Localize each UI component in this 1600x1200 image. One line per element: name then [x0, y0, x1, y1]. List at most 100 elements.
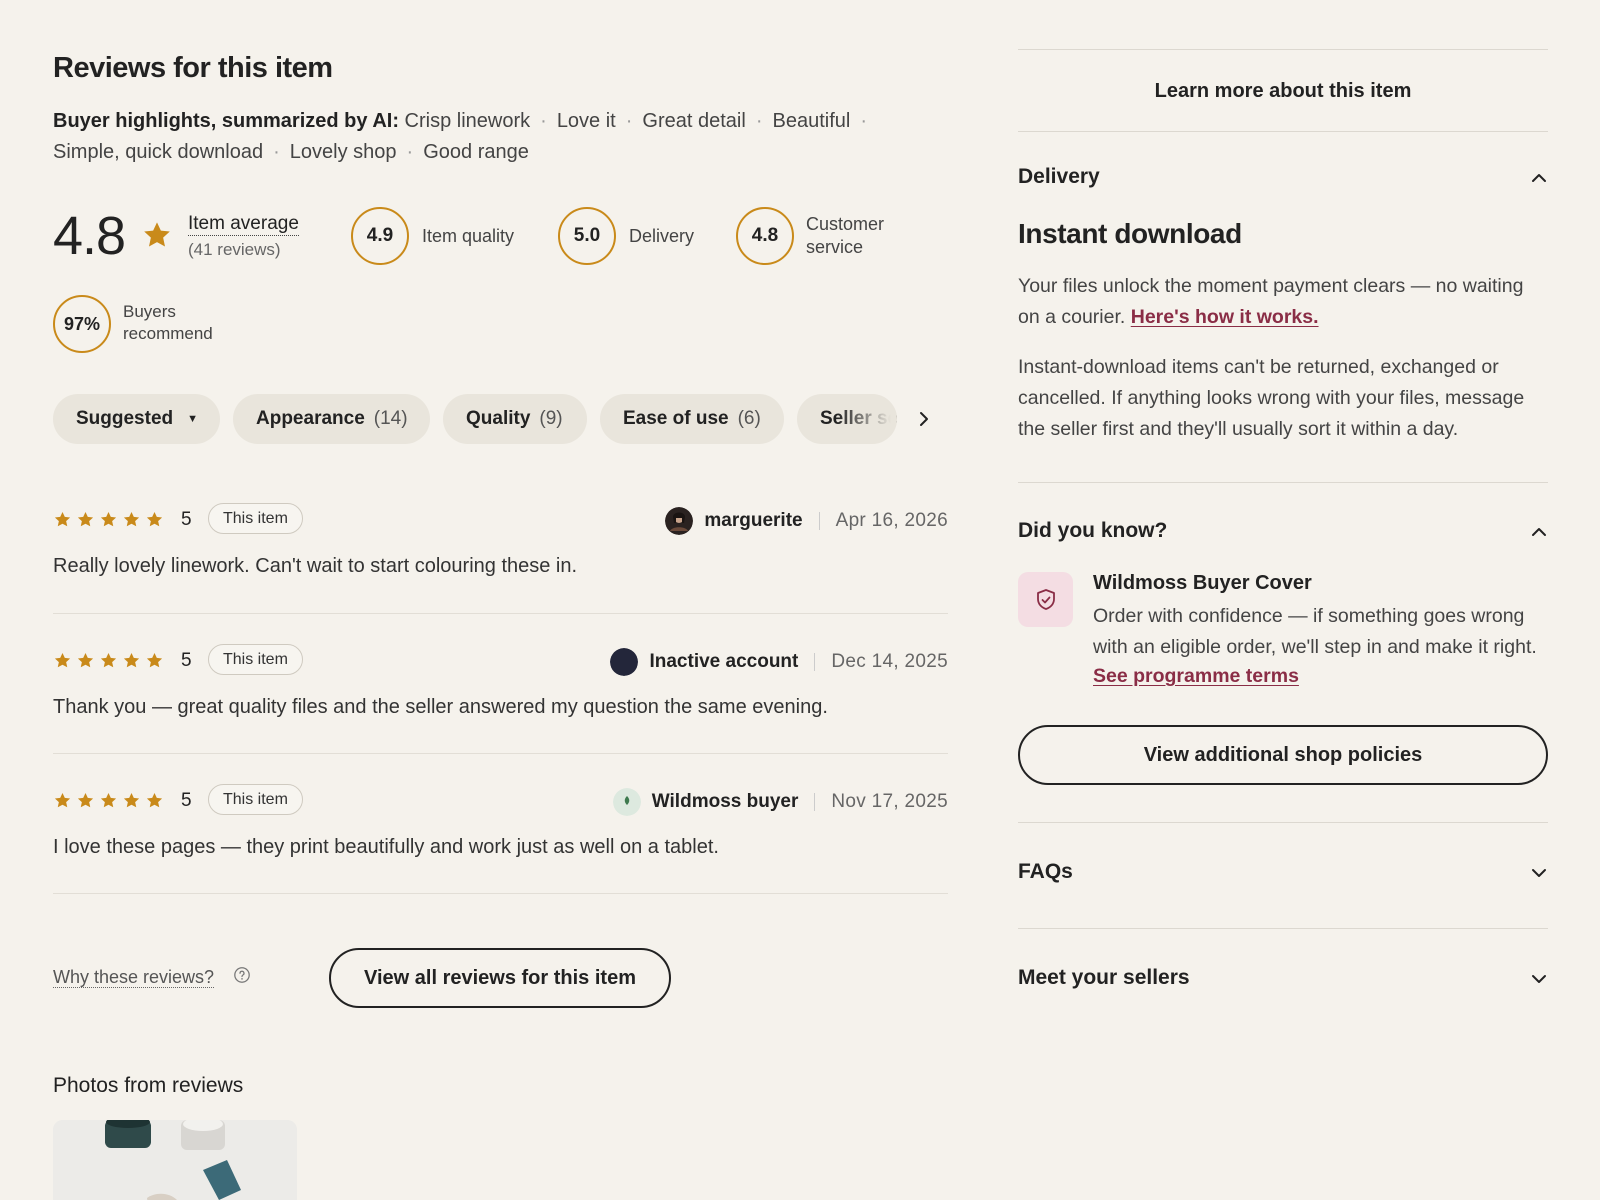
- reviewer-info: Inactive account Dec 14, 2025: [610, 648, 948, 676]
- chevron-right-icon: [920, 412, 928, 426]
- review-date: Nov 17, 2025: [831, 791, 948, 812]
- buyer-cover-text: Order with confidence — if something goe…: [1093, 605, 1537, 658]
- view-shop-policies-button[interactable]: View additional shop policies: [1018, 725, 1548, 785]
- recommend-percentage: 97%: [53, 295, 111, 353]
- highlight-item: Simple, quick download: [53, 141, 264, 163]
- star-icon: [54, 511, 71, 527]
- avatar: [612, 788, 641, 816]
- divider: [53, 753, 948, 754]
- highlight-item: Good range: [423, 141, 529, 163]
- filter-seller-service[interactable]: Seller service: [797, 394, 897, 444]
- did-you-know-accordion-header[interactable]: Did you know?: [1018, 519, 1548, 543]
- how-it-works-link[interactable]: Here's how it works.: [1131, 306, 1319, 328]
- buyer-cover-badge: [1018, 572, 1073, 627]
- review-rating-number: 5: [181, 650, 192, 671]
- highlight-item: Beautiful: [772, 110, 851, 132]
- reviewer-name[interactable]: Wildmoss buyer: [652, 791, 799, 813]
- returns-description: Instant-download items can't be returned…: [1018, 356, 1525, 440]
- delivery-accordion-header[interactable]: Delivery: [1018, 165, 1548, 189]
- star-icon: [146, 652, 163, 668]
- why-these-reviews-link[interactable]: Why these reviews?: [53, 967, 215, 988]
- review-text: Really lovely linework. Can't wait to st…: [53, 555, 578, 577]
- item-average-link[interactable]: Item average: [188, 213, 299, 236]
- delivery-score: 5.0: [558, 207, 616, 265]
- star-icon: [100, 792, 117, 808]
- customer-service-label: Customer service: [806, 214, 885, 257]
- buyer-cover-title: Wildmoss Buyer Cover: [1093, 572, 1312, 594]
- chevron-up-icon: [1532, 174, 1546, 182]
- filter-appearance[interactable]: Appearance (14): [233, 394, 430, 444]
- highlight-item: Crisp linework: [404, 110, 531, 132]
- help-circle-icon[interactable]: [233, 966, 251, 984]
- separator: [814, 793, 816, 811]
- delivery-description: Your files unlock the moment payment cle…: [1018, 275, 1524, 328]
- chevron-up-icon: [1532, 528, 1546, 536]
- star-rating: [53, 791, 164, 810]
- avatar: [665, 507, 694, 535]
- rating-summary: 4.8 Item average (41 reviews) 4.9 Item q…: [53, 205, 948, 275]
- star-rating: [53, 510, 164, 529]
- review-text: I love these pages — they print beautifu…: [53, 836, 719, 858]
- programme-terms-link[interactable]: See programme terms: [1093, 665, 1299, 688]
- review-tag: This item: [208, 784, 303, 815]
- star-icon: [77, 652, 94, 668]
- buyer-highlights: Buyer highlights, summarized by AI: Cris…: [53, 110, 867, 163]
- chevron-down-icon: [1532, 975, 1546, 983]
- review-photo[interactable]: [53, 1120, 297, 1200]
- reviewer-info: Wildmoss buyer Nov 17, 2025: [612, 788, 948, 816]
- meet-your-sellers-accordion-header[interactable]: Meet your sellers: [1018, 966, 1548, 990]
- filter-ease-of-use[interactable]: Ease of use (6): [600, 394, 784, 444]
- star-icon: [54, 652, 71, 668]
- filters-next-button[interactable]: [909, 404, 939, 434]
- divider: [1018, 131, 1548, 132]
- photos-from-reviews-title: Photos from reviews: [53, 1074, 244, 1097]
- filter-quality[interactable]: Quality (9): [443, 394, 587, 444]
- view-all-reviews-button[interactable]: View all reviews for this item: [329, 948, 671, 1008]
- divider: [1018, 49, 1548, 50]
- highlights-label: Buyer highlights, summarized by AI:: [53, 110, 399, 132]
- reviewer-info: marguerite Apr 16, 2026: [665, 507, 948, 535]
- recommend-label: Buyers recommend: [123, 302, 213, 343]
- star-icon: [123, 511, 140, 527]
- average-score: 4.8: [53, 206, 126, 266]
- review-date: Dec 14, 2025: [831, 651, 948, 672]
- reviewer-name[interactable]: marguerite: [704, 510, 802, 532]
- review-count: (41 reviews): [188, 240, 281, 259]
- delivery-label: Delivery: [629, 226, 695, 246]
- separator: [818, 512, 820, 530]
- review-filters: Suggested ▼ Appearance (14) Quality (9) …: [53, 394, 948, 444]
- reviews-title: Reviews for this item: [53, 52, 333, 84]
- star-icon: [100, 511, 117, 527]
- item-quality-label: Item quality: [422, 226, 515, 246]
- divider: [1018, 482, 1548, 483]
- review-rating-number: 5: [181, 509, 192, 530]
- avatar: [610, 648, 639, 676]
- star-icon: [54, 792, 71, 808]
- faqs-accordion-header[interactable]: FAQs: [1018, 860, 1548, 884]
- star-icon: [146, 511, 163, 527]
- shield-check-icon: [1036, 588, 1055, 610]
- star-icon: [123, 652, 140, 668]
- review-text: Thank you — great quality files and the …: [53, 696, 828, 718]
- item-quality-score: 4.9: [351, 207, 409, 265]
- reviewer-name[interactable]: Inactive account: [649, 651, 798, 673]
- sort-suggested-dropdown[interactable]: Suggested ▼: [53, 394, 220, 444]
- star-icon: [146, 792, 163, 808]
- review-rating-number: 5: [181, 790, 192, 811]
- review-tag: This item: [208, 644, 303, 675]
- review-tag: This item: [208, 503, 303, 534]
- star-rating: [53, 651, 164, 670]
- divider: [1018, 822, 1548, 823]
- star-icon: [100, 652, 117, 668]
- chevron-down-icon: [1532, 869, 1546, 877]
- customer-service-score: 4.8: [736, 207, 794, 265]
- divider: [1018, 928, 1548, 929]
- highlight-item: Lovely shop: [289, 141, 397, 163]
- star-icon: [77, 511, 94, 527]
- star-icon: [77, 792, 94, 808]
- highlight-item: Love it: [556, 110, 616, 132]
- separator: [814, 653, 816, 671]
- star-icon: [144, 222, 170, 247]
- instant-download-title: Instant download: [1018, 218, 1242, 249]
- star-icon: [123, 792, 140, 808]
